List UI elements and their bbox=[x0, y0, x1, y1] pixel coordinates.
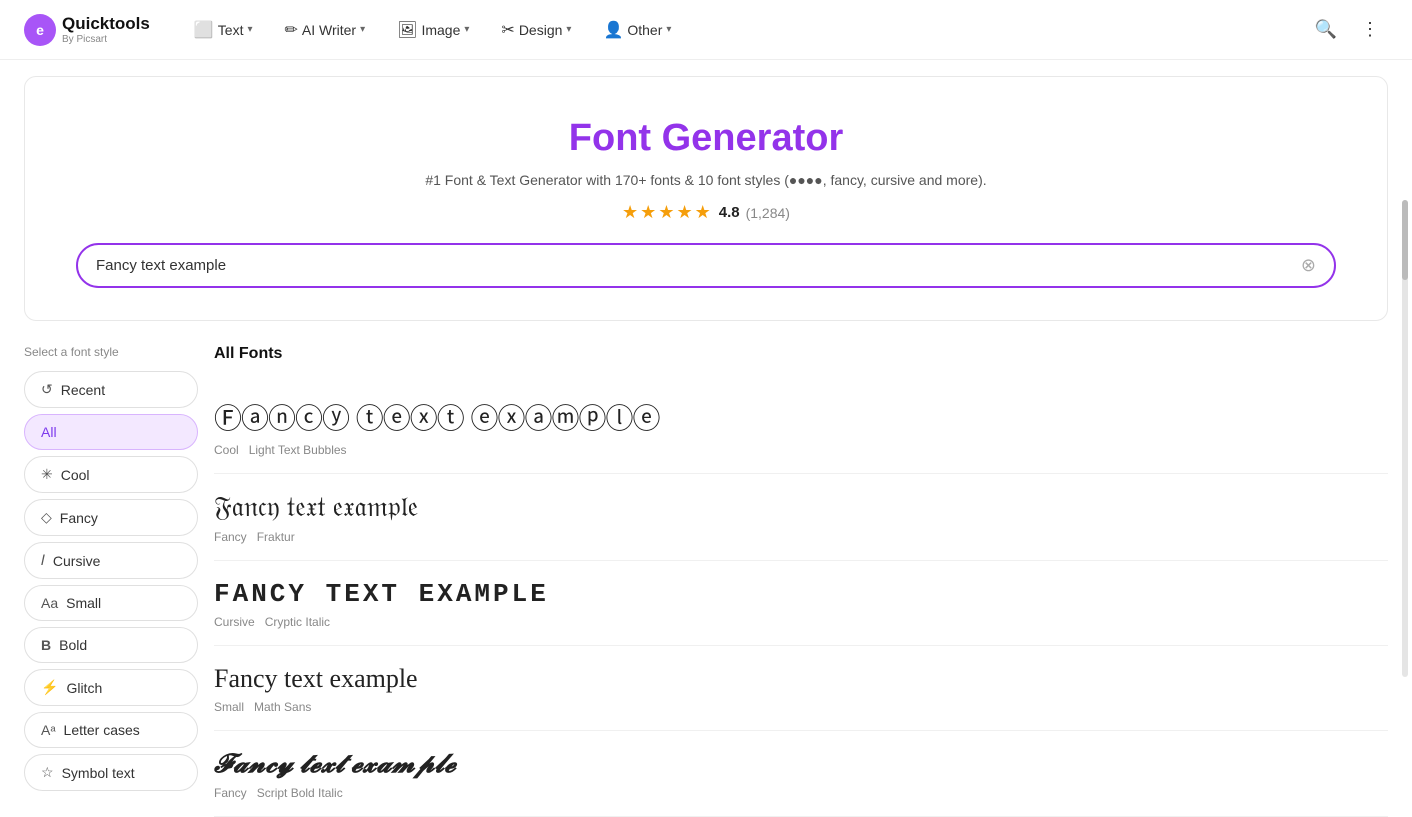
sidebar-item-cursive[interactable]: 𝐼 Cursive bbox=[24, 542, 198, 579]
sidebar: Select a font style ↺ Recent All ✳ Cool … bbox=[24, 345, 214, 817]
font-preview-math-sans: Fancy text example bbox=[214, 664, 1388, 694]
recent-icon: ↺ bbox=[41, 381, 53, 398]
sidebar-item-recent[interactable]: ↺ Recent bbox=[24, 371, 198, 408]
font-tag-fancy[interactable]: Fancy bbox=[214, 530, 247, 544]
search-bar: ⊗ bbox=[76, 243, 1336, 288]
ai-writer-icon: ✏ bbox=[285, 20, 298, 40]
text-chevron: ▾ bbox=[247, 24, 252, 35]
rating-row: ★★★★★ 4.8 (1,284) bbox=[49, 202, 1363, 223]
other-chevron: ▾ bbox=[666, 24, 671, 35]
logo-icon: e bbox=[24, 14, 56, 46]
rating-number: 4.8 bbox=[719, 204, 740, 221]
rating-count: (1,284) bbox=[746, 205, 790, 221]
logo[interactable]: e Quicktools By Picsart bbox=[24, 14, 150, 46]
font-preview-cryptic: FANCY TEXT EXAMPLE bbox=[214, 579, 1388, 609]
sidebar-item-bold[interactable]: B Bold bbox=[24, 627, 198, 663]
text-icon: ⬜ bbox=[194, 20, 214, 40]
scrollbar-track[interactable] bbox=[1402, 200, 1408, 677]
font-tag-fancy-script[interactable]: Fancy bbox=[214, 786, 247, 800]
logo-sub: By Picsart bbox=[62, 34, 150, 45]
cursive-icon: 𝐼 bbox=[41, 552, 45, 569]
sidebar-item-all[interactable]: All bbox=[24, 414, 198, 450]
search-button[interactable]: 🔍 bbox=[1308, 12, 1344, 48]
design-chevron: ▾ bbox=[566, 24, 571, 35]
sidebar-item-letter-cases[interactable]: Aᵃ Letter cases bbox=[24, 712, 198, 748]
font-list-title: All Fonts bbox=[214, 345, 1388, 363]
nav-text[interactable]: ⬜ Text ▾ bbox=[182, 12, 265, 48]
sidebar-item-glitch[interactable]: ⚡ Glitch bbox=[24, 669, 198, 706]
small-icon: Aa bbox=[41, 595, 58, 611]
sidebar-item-fancy[interactable]: ◇ Fancy bbox=[24, 499, 198, 536]
page-title: Font Generator bbox=[49, 117, 1363, 160]
image-chevron: ▾ bbox=[464, 24, 469, 35]
font-entry-math-sans[interactable]: Fancy text example Small Math Sans bbox=[214, 646, 1388, 731]
font-entry-cryptic-italic[interactable]: FANCY TEXT EXAMPLE Cursive Cryptic Itali… bbox=[214, 561, 1388, 646]
search-clear-button[interactable]: ⊗ bbox=[1301, 255, 1316, 276]
nav-design[interactable]: ✂ Design ▾ bbox=[489, 12, 583, 48]
content-area: Select a font style ↺ Recent All ✳ Cool … bbox=[0, 321, 1412, 817]
symbol-text-icon: ☆ bbox=[41, 764, 54, 781]
sidebar-item-symbol-text[interactable]: ☆ Symbol text bbox=[24, 754, 198, 791]
font-tag-small[interactable]: Small bbox=[214, 700, 244, 714]
font-tags-bubbles: Cool Light Text Bubbles bbox=[214, 443, 1388, 457]
sidebar-item-cool[interactable]: ✳ Cool bbox=[24, 456, 198, 493]
font-entry-script-bold-italic[interactable]: 𝓕𝓪𝓷𝓬𝔂 𝓽𝓮𝔁𝓽 𝓮𝔁𝓪𝓶𝓹𝓵𝓮 Fancy Script Bold Ita… bbox=[214, 731, 1388, 817]
font-tag-fraktur[interactable]: Fraktur bbox=[257, 530, 295, 544]
font-preview-script-bold: 𝓕𝓪𝓷𝓬𝔂 𝓽𝓮𝔁𝓽 𝓮𝔁𝓪𝓶𝓹𝓵𝓮 bbox=[214, 749, 1388, 780]
scrollbar-thumb[interactable] bbox=[1402, 200, 1408, 280]
font-tag-math-sans[interactable]: Math Sans bbox=[254, 700, 311, 714]
design-icon: ✂ bbox=[501, 20, 514, 40]
glitch-icon: ⚡ bbox=[41, 679, 58, 696]
image-icon: 🖼 bbox=[397, 20, 417, 40]
font-preview-fraktur: 𝔉𝔞𝔫𝔠𝔶 𝔱𝔢𝔵𝔱 𝔢𝔵𝔞𝔪𝔭𝔩𝔢 bbox=[214, 492, 1388, 524]
font-tag-cryptic-italic[interactable]: Cryptic Italic bbox=[265, 615, 330, 629]
stars: ★★★★★ bbox=[622, 202, 713, 223]
font-tags-cryptic: Cursive Cryptic Italic bbox=[214, 615, 1388, 629]
hero-subtitle: #1 Font & Text Generator with 170+ fonts… bbox=[49, 172, 1363, 188]
font-tags-fraktur: Fancy Fraktur bbox=[214, 530, 1388, 544]
share-button[interactable]: ⋮ bbox=[1352, 12, 1388, 48]
font-tag-script-bold-italic[interactable]: Script Bold Italic bbox=[257, 786, 343, 800]
nav-other[interactable]: 👤 Other ▾ bbox=[591, 12, 683, 48]
nav-image[interactable]: 🖼 Image ▾ bbox=[385, 12, 481, 48]
font-tag-cool[interactable]: Cool bbox=[214, 443, 239, 457]
nav-ai-writer[interactable]: ✏ AI Writer ▾ bbox=[273, 12, 378, 48]
font-tag-cursive[interactable]: Cursive bbox=[214, 615, 255, 629]
logo-name: Quicktools bbox=[62, 14, 150, 34]
fancy-icon: ◇ bbox=[41, 509, 52, 526]
bold-icon: B bbox=[41, 637, 51, 653]
ai-writer-chevron: ▾ bbox=[360, 24, 365, 35]
sidebar-item-small[interactable]: Aa Small bbox=[24, 585, 198, 621]
cool-icon: ✳ bbox=[41, 466, 53, 483]
hero-section: Font Generator #1 Font & Text Generator … bbox=[24, 76, 1388, 321]
navbar: e Quicktools By Picsart ⬜ Text ▾ ✏ AI Wr… bbox=[0, 0, 1412, 60]
font-entry-fraktur[interactable]: 𝔉𝔞𝔫𝔠𝔶 𝔱𝔢𝔵𝔱 𝔢𝔵𝔞𝔪𝔭𝔩𝔢 Fancy Fraktur bbox=[214, 474, 1388, 561]
search-input[interactable] bbox=[96, 257, 1301, 274]
font-tags-script-bold: Fancy Script Bold Italic bbox=[214, 786, 1388, 800]
sidebar-title: Select a font style bbox=[24, 345, 198, 359]
font-preview-bubbles: Ⓕⓐⓝⓒⓨ ⓣⓔⓧⓣ ⓔⓧⓐⓜⓟⓛⓔ bbox=[214, 397, 1388, 437]
letter-cases-icon: Aᵃ bbox=[41, 722, 56, 738]
other-icon: 👤 bbox=[603, 20, 623, 40]
font-entry-light-text-bubbles[interactable]: Ⓕⓐⓝⓒⓨ ⓣⓔⓧⓣ ⓔⓧⓐⓜⓟⓛⓔ Cool Light Text Bubbl… bbox=[214, 379, 1388, 474]
font-list: All Fonts Ⓕⓐⓝⓒⓨ ⓣⓔⓧⓣ ⓔⓧⓐⓜⓟⓛⓔ Cool Light … bbox=[214, 345, 1388, 817]
font-tag-light-text-bubbles[interactable]: Light Text Bubbles bbox=[249, 443, 347, 457]
font-tags-math-sans: Small Math Sans bbox=[214, 700, 1388, 714]
